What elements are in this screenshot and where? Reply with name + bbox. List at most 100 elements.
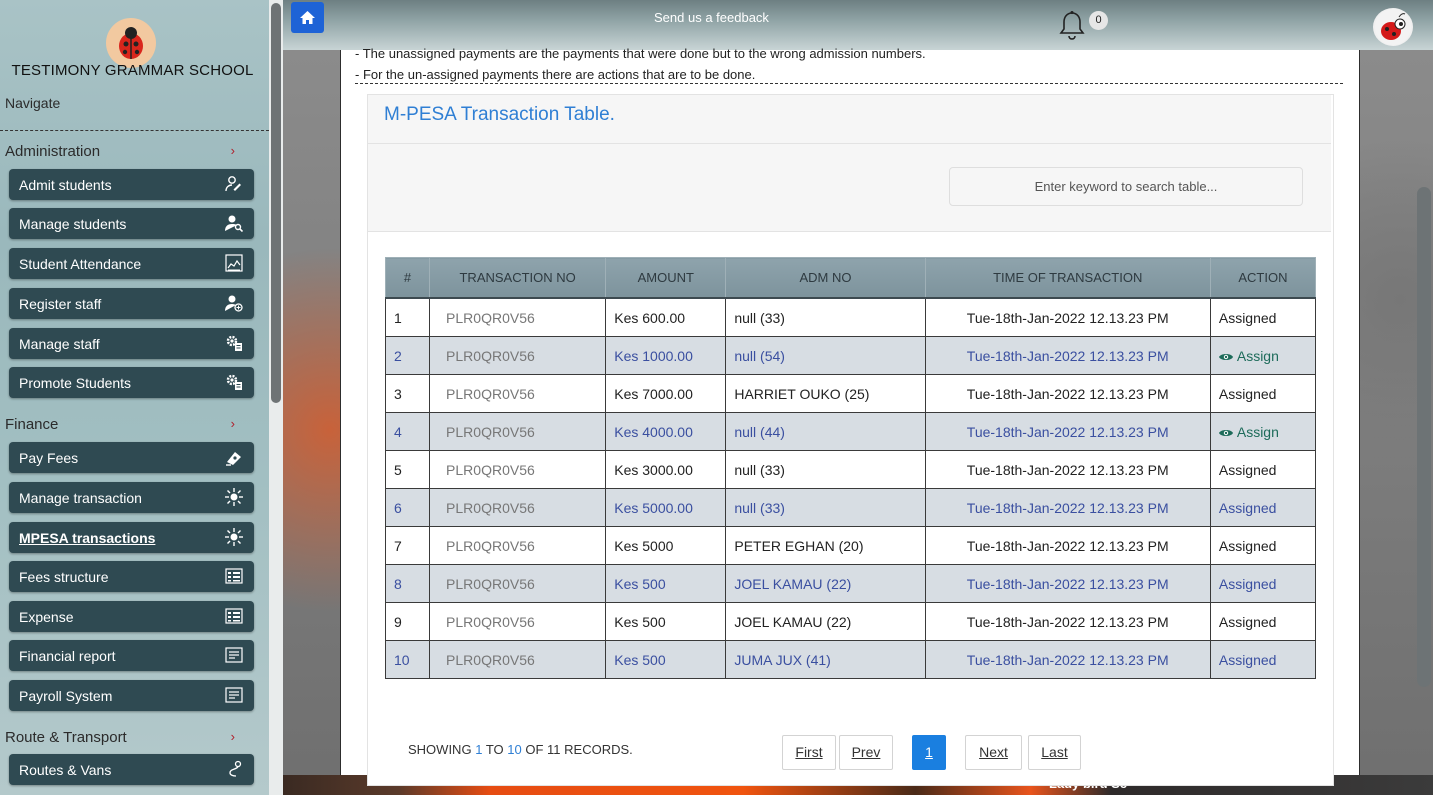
column-header[interactable]: TIME OF TRANSACTION	[924, 257, 1211, 299]
sidebar-item-label: MPESA transactions	[19, 530, 156, 546]
section-label: Finance	[5, 416, 59, 433]
amount: Kes 4000.00	[605, 412, 727, 451]
divider	[0, 130, 269, 131]
pagination-first-button[interactable]: First	[782, 735, 836, 770]
assign-button[interactable]: Assign	[1218, 423, 1279, 440]
burst-icon	[224, 528, 244, 548]
sidebar-item-pay-fees[interactable]: Pay Fees	[9, 442, 254, 473]
assign-button[interactable]: Assign	[1218, 348, 1279, 364]
bell-icon[interactable]	[1059, 10, 1085, 42]
sidebar-item-student-attendance[interactable]: Student Attendance	[9, 248, 254, 279]
table-row: 3 PLR0QR0V56 Kes 7000.00 HARRIET OUKO (2…	[384, 374, 1317, 413]
sidebar-item-manage-students[interactable]: Manage students	[9, 208, 254, 239]
main-panel: - The unassigned payments are the paymen…	[340, 46, 1360, 786]
sidebar-item-fees-structure[interactable]: Fees structure	[9, 561, 254, 592]
transaction-time: Tue-18th-Jan-2022 12.13.23 PM	[924, 526, 1211, 565]
column-header[interactable]: #	[384, 257, 431, 299]
sidebar-item-routes-vans[interactable]: Routes & Vans	[9, 754, 254, 785]
person-add-icon	[224, 294, 244, 314]
row-number: 5	[384, 450, 431, 489]
transaction-no: PLR0QR0V56	[429, 374, 607, 413]
sidebar-item-manage-transaction[interactable]: Manage transaction	[9, 482, 254, 513]
sidebar-item-mpesa-transactions[interactable]: MPESA transactions	[9, 522, 254, 553]
row-number: 7	[384, 526, 431, 565]
transaction-time: Tue-18th-Jan-2022 12.13.23 PM	[924, 602, 1211, 641]
pagination-last-button[interactable]: Last	[1028, 735, 1081, 770]
school-logo	[106, 18, 156, 68]
sidebar-item-register-staff[interactable]: Register staff	[9, 288, 254, 319]
adm-no: JUMA JUX (41)	[725, 640, 926, 679]
gear-doc-icon	[224, 334, 244, 354]
note-line: - The unassigned payments are the paymen…	[355, 46, 926, 61]
amount: Kes 600.00	[605, 297, 727, 337]
amount: Kes 500	[605, 564, 727, 603]
page-scroll-thumb[interactable]	[1417, 187, 1431, 687]
sidebar-item-financial-report[interactable]: Financial report	[9, 640, 254, 671]
note-line: - For the un-assigned payments there are…	[355, 67, 756, 82]
route-icon	[224, 760, 244, 780]
table-row: 10 PLR0QR0V56 Kes 500 JUMA JUX (41) Tue-…	[384, 640, 1317, 679]
pagination-prev-button[interactable]: Prev	[839, 735, 893, 770]
sidebar-scroll-thumb[interactable]	[271, 3, 281, 403]
home-button[interactable]	[291, 2, 324, 33]
row-number: 8	[384, 564, 431, 603]
pagination-page-button[interactable]: 1	[912, 735, 946, 770]
report-icon	[224, 686, 244, 706]
action-status: Assigned	[1209, 526, 1317, 565]
section-administration[interactable]: Administration ›	[5, 143, 235, 160]
sidebar-item-label: Admit students	[19, 177, 112, 193]
notification-count-badge: 0	[1089, 11, 1108, 30]
sidebar-item-expense[interactable]: Expense	[9, 601, 254, 632]
action-status: Assigned	[1209, 640, 1317, 679]
amount: Kes 3000.00	[605, 450, 727, 489]
attendance-icon	[224, 254, 244, 274]
table-row: 1 PLR0QR0V56 Kes 600.00 null (33) Tue-18…	[384, 297, 1317, 337]
card-title: M-PESA Transaction Table.	[384, 104, 615, 125]
sidebar-item-promote-students[interactable]: Promote Students	[9, 367, 254, 398]
transaction-no: PLR0QR0V56	[429, 412, 607, 451]
transaction-time: Tue-18th-Jan-2022 12.13.23 PM	[924, 640, 1211, 679]
sidebar-item-manage-staff[interactable]: Manage staff	[9, 328, 254, 359]
sidebar-item-admit-students[interactable]: Admit students	[9, 169, 254, 200]
adm-no: null (54)	[725, 336, 926, 375]
assign-label: Assign	[1236, 423, 1279, 440]
sidebar-item-payroll-system[interactable]: Payroll System	[9, 680, 254, 711]
adm-no: HARRIET OUKO (25)	[725, 374, 926, 413]
transaction-no: PLR0QR0V56	[429, 640, 607, 679]
sidebar-item-label: Manage students	[19, 216, 127, 232]
transaction-no: PLR0QR0V56	[429, 450, 607, 489]
pagination-next-button[interactable]: Next	[965, 735, 1022, 770]
column-header[interactable]: AMOUNT	[605, 257, 727, 299]
transaction-table: # TRANSACTION NO AMOUNT ADM NO TIME OF T…	[384, 257, 1317, 679]
transaction-no: PLR0QR0V56	[429, 336, 607, 375]
money-icon	[224, 448, 244, 468]
transaction-no: PLR0QR0V56	[429, 564, 607, 603]
transaction-time: Tue-18th-Jan-2022 12.13.23 PM	[924, 297, 1211, 337]
sidebar-item-label: Pay Fees	[19, 450, 79, 466]
amount: Kes 5000.00	[605, 488, 727, 527]
table-icon	[224, 607, 244, 627]
chevron-right-icon: ›	[230, 729, 235, 744]
person-edit-icon	[224, 175, 244, 195]
panel-border	[340, 50, 341, 775]
search-input[interactable]	[949, 167, 1303, 206]
column-header[interactable]: ACTION	[1209, 257, 1317, 299]
column-header[interactable]: TRANSACTION NO	[429, 257, 607, 299]
adm-no: null (33)	[725, 450, 926, 489]
action-cell: Assign	[1209, 336, 1317, 375]
action-cell: Assign	[1209, 412, 1317, 451]
transaction-time: Tue-18th-Jan-2022 12.13.23 PM	[924, 374, 1211, 413]
adm-no: null (44)	[725, 412, 926, 451]
home-icon	[300, 11, 315, 24]
feedback-link[interactable]: Send us a feedback	[654, 10, 769, 25]
burst-icon	[224, 488, 244, 508]
sidebar-item-label: Routes & Vans	[19, 762, 112, 778]
section-route-transport[interactable]: Route & Transport ›	[5, 729, 235, 746]
column-header[interactable]: ADM NO	[725, 257, 926, 299]
transaction-time: Tue-18th-Jan-2022 12.13.23 PM	[924, 336, 1211, 375]
section-finance[interactable]: Finance ›	[5, 416, 235, 433]
transaction-no: PLR0QR0V56	[429, 602, 607, 641]
table-row: 8 PLR0QR0V56 Kes 500 JOEL KAMAU (22) Tue…	[384, 564, 1317, 603]
eye-icon	[1218, 353, 1233, 360]
avatar[interactable]	[1373, 8, 1413, 46]
